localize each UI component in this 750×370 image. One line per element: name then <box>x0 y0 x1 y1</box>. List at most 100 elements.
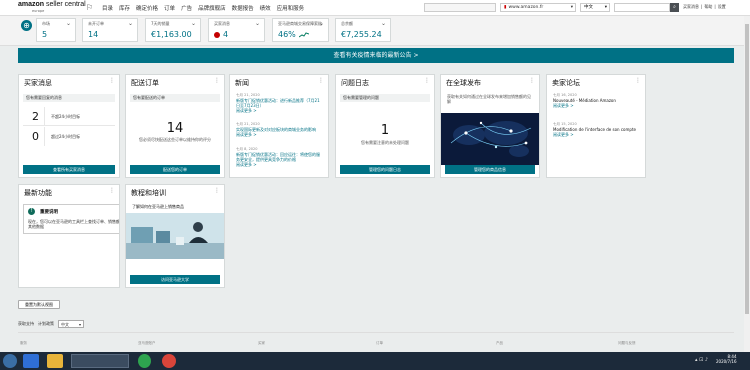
notice-heading: 重要说明 <box>40 210 58 215</box>
nav-item-performance[interactable]: 绩效 <box>260 4 271 12</box>
read-more-link[interactable]: 阅读更多 > <box>236 132 322 138</box>
divider <box>44 107 45 125</box>
metric-sales-7d[interactable]: 7天的销量 ⌄ €1,163.00 <box>145 18 201 42</box>
card-title: 问题日志 <box>341 79 369 87</box>
chevron-down-icon: ⌄ <box>190 20 196 27</box>
chevron-down-icon: ▾ <box>570 5 573 10</box>
metric-a-to-z-claims[interactable]: 亚马逊商城交易保障索赔 ⌄ 46% <box>272 18 329 42</box>
metric-label: 总余额 <box>341 21 353 26</box>
marketplace-select[interactable]: ▮ www.amazon.fr ▾ <box>500 3 576 12</box>
system-tray-icons[interactable]: ▴ ⊡ ♪ <box>695 357 708 363</box>
ship-orders-button[interactable]: 配送您的订单 <box>130 165 220 174</box>
ie-icon[interactable] <box>23 354 39 368</box>
more-options-icon[interactable]: ⋮ <box>424 77 430 84</box>
logo-region: europe <box>32 9 45 13</box>
issues-count: 1 <box>380 123 390 138</box>
search-input[interactable] <box>614 3 670 12</box>
list-item[interactable]: 0 超过24小时目标 <box>23 127 115 146</box>
news-title[interactable]: 新版专门促销优惠活动：回应运往：将使您的服务更安全，提供更具竞争力的价格 <box>236 152 322 162</box>
more-options-icon[interactable]: ⋮ <box>214 77 220 84</box>
scrollbar-thumb[interactable] <box>745 24 749 314</box>
taskbar-clock[interactable]: 8:44 2020/7/16 <box>716 354 737 364</box>
search-button[interactable]: ⌕ <box>670 3 679 12</box>
support-bar: 获取支持 计划政策 中文 ▾ <box>18 320 84 328</box>
account-name-field[interactable] <box>424 3 496 12</box>
more-options-icon[interactable]: ⋮ <box>214 187 220 194</box>
news-item[interactable]: 七月 21, 2020 实现国际更新及对对应板块的商城业务的影响 阅读更多 > <box>236 122 322 138</box>
alert-icon: ! <box>28 208 35 215</box>
read-more-link[interactable]: 阅读更多 > <box>236 162 322 168</box>
card-global-selling: 在全球发布 ⋮ 获取有关如何通过在全球发布来增加销售额的见解 管理您的商品信息 <box>440 74 540 178</box>
news-title[interactable]: 新版专门促销优惠活动：进行新品推荐（7月21日至7月23日） <box>236 98 322 108</box>
read-more-link[interactable]: 阅读更多 > <box>553 132 639 138</box>
metric-marketplaces[interactable]: 市场 ⌄ 5 <box>36 18 76 42</box>
help-link-help[interactable]: 帮助 <box>704 4 712 10</box>
france-flag-icon: ▮ <box>504 5 507 10</box>
metric-open-orders[interactable]: 未开订单 ⌄ 14 <box>82 18 138 42</box>
card-buyer-messages: 买家消息 ⋮ 您有需要回复的消息 2 不超24小时目标 0 超过24小时目标 查… <box>18 74 120 178</box>
card-subtitle: 您有需要管理的问题 <box>340 94 430 102</box>
nav-item-apps[interactable]: 应用和服务 <box>277 4 305 12</box>
globe-icon[interactable]: ⊕ <box>21 20 32 31</box>
nav-item-inventory[interactable]: 库存 <box>119 4 130 12</box>
flag-icon[interactable]: ⚐ <box>86 3 93 12</box>
more-options-icon[interactable]: ⋮ <box>109 187 115 194</box>
list-item[interactable]: 2 不超24小时目标 <box>23 107 115 126</box>
manage-issue-log-button[interactable]: 管理您的问题日志 <box>340 165 430 174</box>
marketplace-value: www.amazon.fr <box>508 5 544 10</box>
forum-item[interactable]: 七月 16, 2020 Nouveauté - Médiation Amazon… <box>553 93 639 109</box>
footer-column-heading: 服务 <box>20 341 27 345</box>
footer-column-heading: 买家 <box>258 341 265 345</box>
start-menu-icon[interactable] <box>3 354 17 368</box>
media-player-icon[interactable] <box>138 354 151 368</box>
metric-total-balance[interactable]: 总余额 ⌄ €7,255.24 <box>335 18 391 42</box>
reset-default-view-button[interactable]: 重置为默认视图 <box>18 300 60 309</box>
metric-label: 7天的销量 <box>151 21 170 26</box>
nav-item-catalog[interactable]: 目录 <box>102 4 113 12</box>
footer-language-select[interactable]: 中文 ▾ <box>58 320 84 328</box>
read-more-link[interactable]: 阅读更多 > <box>236 108 322 114</box>
chevron-down-icon: ▾ <box>78 322 81 327</box>
view-messages-button[interactable]: 查看所有买家消息 <box>23 165 115 174</box>
news-banner-link[interactable]: 查看有关疫情来临的最新公告 > <box>18 48 734 63</box>
language-select[interactable]: 中文 ▾ <box>580 3 610 12</box>
footer-column-heading: 产品 <box>496 341 503 345</box>
program-policies-link[interactable]: 计划政策 <box>38 321 54 327</box>
top-navigation-bar: amazon seller central europe ⚐ 目录 库存 确定价… <box>0 0 750 16</box>
forum-item[interactable]: 七月 15, 2020 Modification de l'interface … <box>553 122 639 138</box>
file-explorer-icon[interactable] <box>47 354 63 368</box>
metric-value: 4 <box>223 30 229 39</box>
chrome-icon[interactable] <box>162 354 176 368</box>
language-value: 中文 <box>584 5 593 10</box>
taskbar-window-button[interactable] <box>71 354 129 368</box>
get-support-link[interactable]: 获取支持 <box>18 321 34 327</box>
help-link-messages[interactable]: 买家消息 <box>683 4 699 10</box>
metric-buyer-messages[interactable]: 买家消息 ⌄ 4 <box>208 18 265 42</box>
manage-listings-button[interactable]: 管理您的商品信息 <box>445 165 535 174</box>
world-network-image <box>441 113 539 165</box>
nav-item-advertising[interactable]: 广告 <box>181 4 192 12</box>
more-options-icon[interactable]: ⋮ <box>529 77 535 84</box>
news-item[interactable]: 七月 21, 2020 新版专门促销优惠活动：进行新品推荐（7月21日至7月23… <box>236 93 322 114</box>
message-count-label: 不超24小时目标 <box>51 114 81 119</box>
news-item[interactable]: 七月 8, 2020 新版专门促销优惠活动：回应运往：将使您的服务更安全，提供更… <box>236 147 322 168</box>
more-options-icon[interactable]: ⋮ <box>318 77 324 84</box>
help-link-settings[interactable]: 设置 <box>718 4 726 10</box>
nav-item-pricing[interactable]: 确定价格 <box>136 4 158 12</box>
seller-central-logo[interactable]: amazon seller central europe <box>18 1 86 14</box>
card-title: 卖家论坛 <box>552 79 580 87</box>
nav-item-stores[interactable]: 品牌旗舰店 <box>198 4 226 12</box>
visit-seller-university-button[interactable]: 访问亚马逊大学 <box>130 275 220 284</box>
vertical-scrollbar[interactable] <box>744 16 750 352</box>
separator: | <box>714 4 716 9</box>
card-issue-log: 问题日志 ⋮ 您有需要管理的问题 1 您有需要注意的未处理问题 管理您的问题日志 <box>335 74 435 178</box>
orders-count: 14 <box>166 121 184 136</box>
more-options-icon[interactable]: ⋮ <box>635 77 641 84</box>
nav-item-orders[interactable]: 订单 <box>164 4 175 12</box>
nav-item-reports[interactable]: 数据报告 <box>232 4 254 12</box>
notice-text: 现在，您可以在亚马逊的工具栏上查找订单、销售额和其他数据 <box>28 219 120 229</box>
metric-label: 买家消息 <box>214 21 230 26</box>
more-options-icon[interactable]: ⋮ <box>109 77 115 84</box>
chevron-down-icon: ⌄ <box>380 20 386 27</box>
read-more-link[interactable]: 阅读更多 > <box>553 103 639 109</box>
